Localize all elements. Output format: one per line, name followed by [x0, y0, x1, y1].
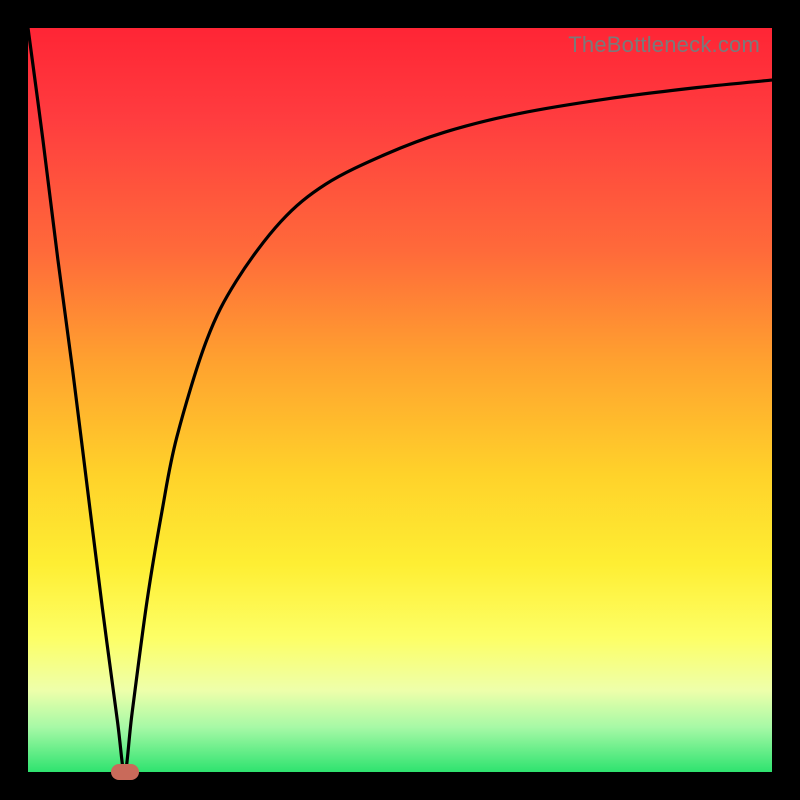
chart-frame: TheBottleneck.com	[0, 0, 800, 800]
bottleneck-curve	[28, 28, 772, 772]
minimum-marker	[111, 764, 139, 780]
curve-layer	[28, 28, 772, 772]
plot-area: TheBottleneck.com	[28, 28, 772, 772]
